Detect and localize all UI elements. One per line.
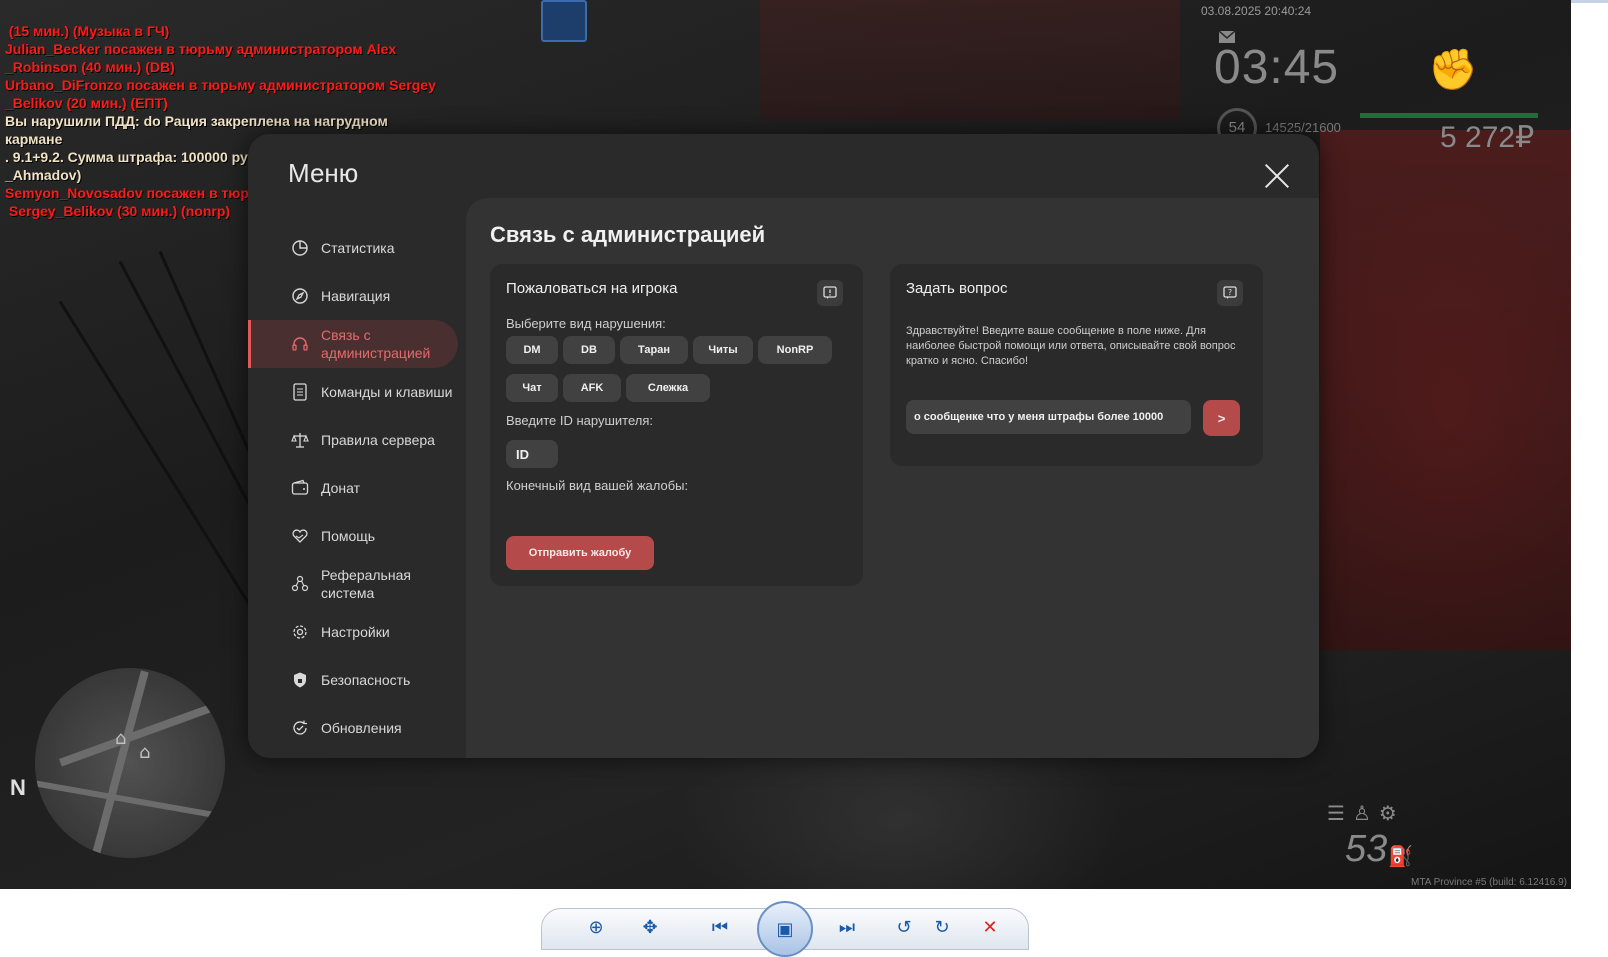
- gear-icon: [290, 622, 310, 642]
- sidebar-item-label: Реферальная система: [321, 567, 411, 601]
- sidebar-item[interactable]: Безопасность: [248, 656, 466, 704]
- content-panel: Связь с администрацией Пожаловаться на и…: [466, 198, 1319, 758]
- sidebar-item-label: Навигация: [321, 288, 391, 304]
- hud-money: 5 272₽: [1440, 121, 1535, 154]
- sidebar-item[interactable]: Обновления: [248, 704, 466, 752]
- report-preview-label: Конечный вид вашей жалобы:: [506, 478, 689, 493]
- sidebar-item-label: Статистика: [321, 240, 395, 256]
- engine-icon: ⚙: [1378, 801, 1405, 825]
- offender-id-input[interactable]: [506, 440, 558, 468]
- house-icon: ⌂: [115, 728, 127, 749]
- chat-line: _Belikov (20 мин.) (ЕПТ): [5, 95, 168, 111]
- seatbelt-icon: ♙: [1352, 801, 1379, 825]
- violation-chip[interactable]: DM: [506, 336, 558, 364]
- zoom-icon[interactable]: ⊕: [578, 913, 614, 941]
- people-icon: [290, 574, 310, 594]
- delete-icon[interactable]: ✕: [974, 913, 1006, 941]
- shield-icon: [290, 670, 310, 690]
- page-title: Связь с администрацией: [490, 222, 766, 247]
- fuel-icon: ⛽: [1388, 844, 1413, 868]
- wallet-icon: [290, 478, 310, 498]
- chat-line: _Robinson (40 мин.) (DB): [5, 59, 175, 75]
- fist-weapon-icon: ✊: [1428, 47, 1478, 93]
- game-viewport[interactable]: (15 мин.) (Музыка в ГЧ) Julian_Becker пос…: [0, 0, 1571, 889]
- sidebar-item-label: Обновления: [321, 720, 402, 736]
- minimap-street: [89, 670, 149, 858]
- chat-line: Julian_Becker посажен в тюрьму администр…: [5, 41, 397, 57]
- hud-datetime: 03.08.2025 20:40:24: [1201, 4, 1312, 18]
- minimap-street: [35, 780, 225, 822]
- sidebar-item[interactable]: Навигация: [248, 272, 466, 320]
- menu-window: Меню Статистика Навигация Связь с админист…: [248, 134, 1319, 758]
- sidebar-item[interactable]: Связь с администрацией: [248, 320, 458, 368]
- question-icon: ?: [1217, 280, 1243, 306]
- send-report-button[interactable]: Отправить жалобу: [506, 536, 654, 570]
- violation-chip[interactable]: AFK: [563, 374, 621, 402]
- ask-description: Здравствуйте! Введите ваше сообщение в п…: [906, 325, 1236, 367]
- offender-id-label: Введите ID нарушителя:: [506, 413, 654, 428]
- report-player-card: Пожаловаться на игрока Выберите вид нару…: [490, 264, 863, 586]
- vehicle-status-icons: ☰♙⚙: [1327, 801, 1405, 825]
- rotate-left-icon[interactable]: ↺: [890, 913, 918, 941]
- violation-chip[interactable]: NonRP: [758, 336, 832, 364]
- next-image-icon[interactable]: ⏭: [817, 913, 877, 941]
- headset-icon: [290, 334, 310, 354]
- sidebar-item[interactable]: Команды и клавиши: [248, 368, 466, 416]
- violation-chip[interactable]: Слежка: [626, 374, 710, 402]
- sidebar-item[interactable]: Помощь: [248, 512, 466, 560]
- heart-hand-icon: [290, 526, 310, 546]
- report-card-title: Пожаловаться на игрока: [506, 280, 678, 297]
- scales-icon: [290, 430, 310, 450]
- sidebar-item[interactable]: Донат: [248, 464, 466, 512]
- sidebar-item-label: Правила сервера: [321, 432, 435, 448]
- minimap: ⌂ ⌂: [35, 668, 225, 858]
- close-button[interactable]: [1263, 162, 1291, 190]
- ask-card-title: Задать вопрос: [906, 280, 1008, 297]
- keyboard-icon: [290, 382, 310, 402]
- build-version: MTA Province #5 (build: 6.12416.9): [1411, 877, 1568, 888]
- chat-line: (15 мин.) (Музыка в ГЧ): [5, 23, 170, 39]
- menu-sidebar: Статистика Навигация Связь с администрацие…: [248, 224, 466, 752]
- scenery-container-right: [1320, 130, 1571, 650]
- sidebar-item-label: Помощь: [321, 528, 376, 544]
- sidebar-item[interactable]: Статистика: [248, 224, 466, 272]
- hud-xp: 14525/21600: [1265, 120, 1341, 135]
- fit-to-window-icon[interactable]: ✥: [634, 913, 666, 941]
- update-icon: [290, 718, 310, 738]
- house-icon: ⌂: [139, 742, 151, 763]
- violation-chip[interactable]: Чат: [506, 374, 558, 402]
- hud-speed: 53: [1345, 828, 1388, 870]
- rotate-right-icon[interactable]: ↻: [928, 913, 956, 941]
- violation-chip[interactable]: DB: [563, 336, 615, 364]
- chat-line: Urbano_DiFronzo посажен в тюрьму админис…: [5, 77, 436, 93]
- headlights-icon: ☰: [1327, 801, 1353, 825]
- sidebar-item[interactable]: Настройки: [248, 608, 466, 656]
- menu-title: Меню: [288, 158, 359, 188]
- slideshow-icon[interactable]: ▣: [757, 901, 813, 957]
- bus-stop-sign: [541, 0, 587, 42]
- hud-health-bar: [1360, 113, 1538, 118]
- svg-text:?: ?: [1228, 288, 1232, 297]
- sidebar-item-label: Безопасность: [321, 672, 411, 688]
- hud-clock: 03:45: [1214, 41, 1340, 94]
- sidebar-item-label: Донат: [321, 480, 361, 496]
- compass-icon: [290, 286, 310, 306]
- violation-type-label: Выберите вид нарушения:: [506, 316, 666, 331]
- pie-chart-icon: [290, 238, 310, 258]
- violation-chip[interactable]: Читы: [693, 336, 753, 364]
- previous-image-icon[interactable]: ⏮: [690, 913, 750, 941]
- question-send-button[interactable]: >: [1203, 400, 1240, 436]
- question-input[interactable]: [906, 400, 1191, 434]
- report-icon: [817, 280, 843, 306]
- violation-chip[interactable]: Таран: [620, 336, 688, 364]
- sidebar-item[interactable]: Правила сервера: [248, 416, 466, 464]
- sidebar-item-label: Команды и клавиши: [321, 384, 453, 400]
- sidebar-item[interactable]: Реферальная система: [248, 560, 466, 608]
- sidebar-item-label: Связь с администрацией: [321, 327, 431, 361]
- scenery-container-top: [760, 0, 1180, 120]
- viewer-toolbar: ⊕ ✥ ⏮ ▣ ⏭ ↺ ↻ ✕: [541, 901, 1029, 957]
- minimap-north-label: N: [10, 775, 26, 800]
- ask-question-card: Задать вопрос ? Здравствуйте! Введите ва…: [890, 264, 1263, 466]
- sidebar-item-label: Настройки: [321, 624, 390, 640]
